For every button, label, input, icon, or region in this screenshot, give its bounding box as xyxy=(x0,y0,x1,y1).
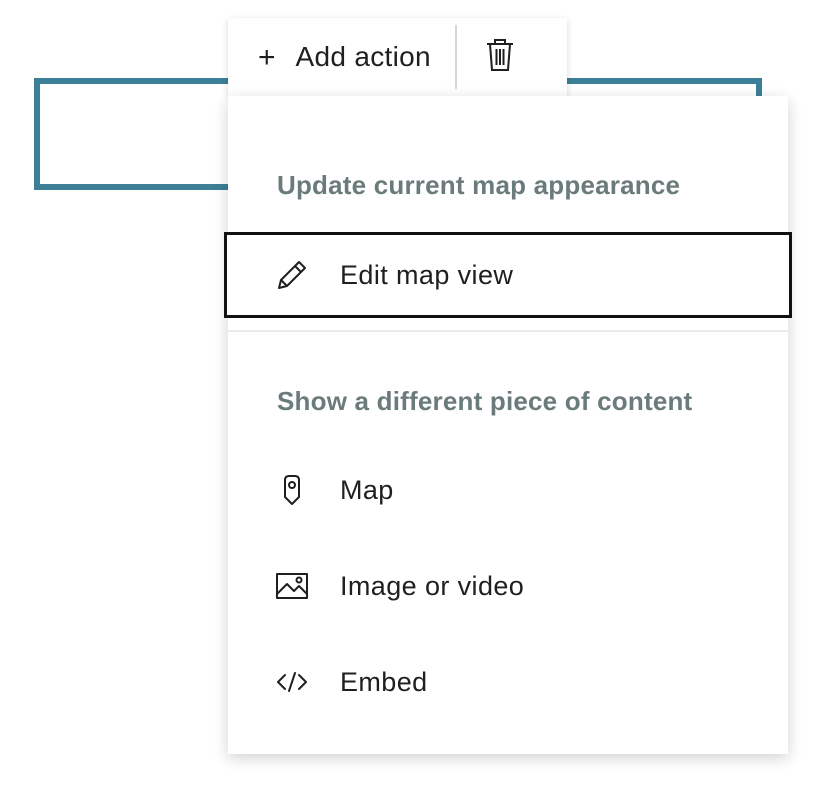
menu-item-embed[interactable]: Embed xyxy=(228,639,788,725)
section-heading-different-content: Show a different piece of content xyxy=(277,386,693,416)
pencil-icon xyxy=(275,258,309,292)
map-pin-icon xyxy=(275,473,309,507)
section-heading-update-map: Update current map appearance xyxy=(277,170,681,200)
menu-divider xyxy=(228,330,788,332)
menu-item-label: Image or video xyxy=(340,570,525,601)
delete-button[interactable] xyxy=(457,18,543,96)
menu-item-map[interactable]: Map xyxy=(228,447,788,533)
plus-icon: + xyxy=(258,41,276,74)
block-toolbar: + Add action xyxy=(228,18,567,96)
image-icon xyxy=(275,569,309,603)
add-action-menu: Update current map appearance Edit map v… xyxy=(224,96,792,754)
menu-item-label: Embed xyxy=(340,666,428,697)
menu-item-image-or-video[interactable]: Image or video xyxy=(228,543,788,629)
menu-item-edit-map-view[interactable]: Edit map view xyxy=(224,232,792,318)
trash-icon xyxy=(485,38,515,77)
menu-item-label: Map xyxy=(340,474,394,505)
code-icon xyxy=(275,665,309,699)
menu-item-label: Edit map view xyxy=(340,259,514,290)
add-action-label: Add action xyxy=(295,41,431,72)
add-action-button[interactable]: + Add action xyxy=(228,18,455,96)
